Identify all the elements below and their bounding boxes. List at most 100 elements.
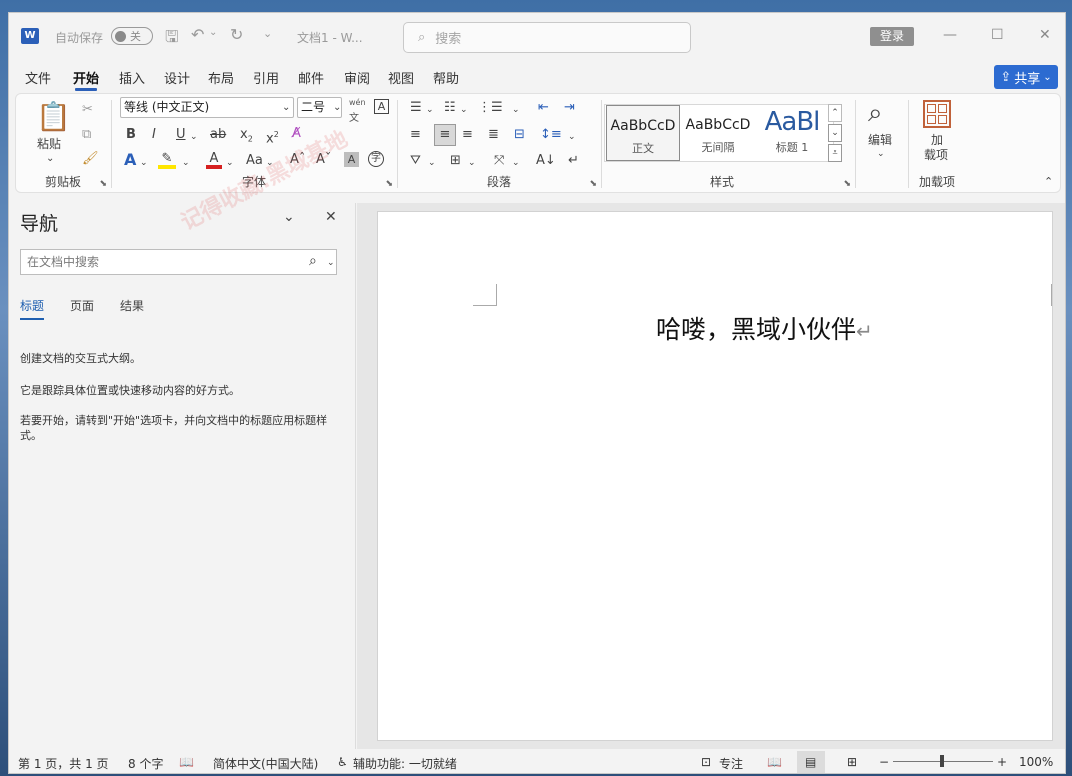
chinese-layout-dropdown-icon[interactable]: ⌄	[512, 155, 520, 171]
style-heading-1[interactable]: AaBl 标题 1	[755, 105, 829, 161]
paste-icon[interactable]: 📋	[36, 100, 71, 134]
paste-label[interactable]: 粘贴	[37, 136, 61, 152]
nav-search-icon[interactable]: ⌕	[309, 253, 317, 269]
format-painter-icon[interactable]: 🖌	[82, 151, 99, 167]
strikethrough-icon[interactable]: ab	[210, 127, 226, 143]
shading-icon[interactable]: ⛛	[410, 153, 421, 169]
change-case-icon[interactable]: Aa	[246, 153, 263, 169]
zoom-slider-knob[interactable]	[940, 755, 944, 767]
accessibility-icon[interactable]: ♿	[337, 755, 348, 769]
bullets-dropdown-icon[interactable]: ⌄	[426, 102, 434, 118]
styles-more-icon[interactable]: ⩡	[828, 144, 842, 162]
bullets-icon[interactable]: ☰	[410, 100, 422, 116]
zoom-out-icon[interactable]: −	[879, 755, 889, 769]
nav-tab-results[interactable]: 结果	[120, 297, 144, 314]
redo-icon[interactable]: ↻	[230, 25, 243, 44]
justify-icon[interactable]: ≣	[488, 127, 499, 143]
menu-review[interactable]: 审阅	[344, 68, 370, 87]
phonetic-guide-icon[interactable]: wén 文	[349, 95, 366, 127]
menu-home[interactable]: 开始	[73, 68, 99, 91]
copy-icon[interactable]: ⧉	[82, 127, 91, 143]
style-no-spacing[interactable]: AaBbCcD 无间隔	[681, 105, 755, 161]
undo-icon[interactable]: ↶	[191, 25, 204, 44]
chinese-layout-icon[interactable]: ⤧	[494, 153, 504, 169]
decrease-indent-icon[interactable]: ⇤	[538, 100, 549, 116]
zoom-in-icon[interactable]: +	[997, 755, 1007, 769]
minimize-icon[interactable]: —	[943, 27, 957, 43]
text-effects-dropdown-icon[interactable]: ⌄	[140, 155, 148, 171]
grow-font-icon[interactable]: Aˆ	[290, 152, 305, 168]
multilevel-list-icon[interactable]: ⋮☰	[478, 100, 503, 116]
undo-dropdown-icon[interactable]: ⌄	[209, 27, 217, 38]
quick-access-customize-icon[interactable]: ⌄	[263, 27, 272, 40]
status-language[interactable]: 简体中文(中国大陆)	[213, 755, 318, 772]
align-right-icon[interactable]: ≡	[462, 127, 473, 143]
enclose-characters-icon[interactable]: 字	[368, 151, 384, 167]
nav-search-dropdown-icon[interactable]: ⌄	[327, 255, 335, 271]
font-color-icon[interactable]: A	[206, 151, 222, 169]
clipboard-launcher-icon[interactable]: ⬊	[99, 179, 107, 189]
character-border-icon[interactable]: A	[374, 99, 389, 114]
clear-formatting-icon[interactable]: A̸	[292, 126, 301, 142]
increase-indent-icon[interactable]: ⇥	[564, 100, 575, 116]
editing-dropdown-icon[interactable]: ⌄	[877, 146, 885, 162]
borders-dropdown-icon[interactable]: ⌄	[468, 155, 476, 171]
line-spacing-dropdown-icon[interactable]: ⌄	[568, 129, 576, 145]
status-focus[interactable]: 专注	[719, 755, 743, 772]
nav-close-icon[interactable]: ✕	[325, 209, 337, 225]
align-left-icon[interactable]: ≡	[410, 127, 421, 143]
shading-dropdown-icon[interactable]: ⌄	[428, 155, 436, 171]
document-text[interactable]: 哈喽，黑域小伙伴↵	[656, 310, 873, 346]
menu-mailings[interactable]: 邮件	[298, 68, 324, 87]
font-name-select[interactable]: 等线 (中文正文)	[120, 97, 294, 118]
menu-file[interactable]: 文件	[25, 68, 51, 87]
underline-icon[interactable]: U	[176, 127, 186, 143]
numbering-icon[interactable]: ☷	[444, 100, 456, 116]
status-page[interactable]: 第 1 页，共 1 页	[18, 755, 109, 772]
font-color-dropdown-icon[interactable]: ⌄	[226, 155, 234, 171]
close-icon[interactable]: ✕	[1039, 27, 1051, 43]
menu-design[interactable]: 设计	[164, 68, 190, 87]
multilevel-list-dropdown-icon[interactable]: ⌄	[512, 102, 520, 118]
subscript-icon[interactable]: x2	[240, 127, 253, 148]
print-layout-icon[interactable]: ▤	[805, 755, 816, 769]
align-center-icon[interactable]: ≡	[434, 124, 456, 146]
save-icon[interactable]: 🖫	[165, 26, 179, 53]
change-case-dropdown-icon[interactable]: ⌄	[266, 155, 274, 171]
font-name-dropdown-icon[interactable]: ⌄	[282, 100, 290, 116]
editing-group[interactable]: ⌕ 编辑 ⌄	[856, 94, 908, 192]
addins-icon[interactable]	[923, 100, 951, 128]
focus-icon[interactable]: ⊡	[701, 755, 711, 769]
font-size-dropdown-icon[interactable]: ⌄	[333, 100, 341, 116]
nav-options-chevron-icon[interactable]: ⌄	[283, 209, 295, 225]
find-icon[interactable]: ⌕	[868, 98, 883, 128]
collapse-ribbon-icon[interactable]: ⌃	[1044, 174, 1053, 190]
style-normal[interactable]: AaBbCcD 正文	[606, 105, 680, 161]
styles-scroll-up-icon[interactable]: ⌃	[828, 104, 842, 122]
highlight-icon[interactable]: ✎	[158, 151, 176, 169]
styles-launcher-icon[interactable]: ⬊	[843, 179, 851, 189]
nav-tab-headings[interactable]: 标题	[20, 297, 45, 320]
web-layout-icon[interactable]: ⊞	[847, 755, 857, 769]
menu-help[interactable]: 帮助	[433, 68, 459, 87]
superscript-icon[interactable]: x2	[266, 127, 279, 147]
status-word-count[interactable]: 8 个字	[128, 755, 163, 772]
menu-insert[interactable]: 插入	[119, 68, 145, 87]
show-marks-icon[interactable]: ↵	[568, 153, 579, 169]
maximize-icon[interactable]: ☐	[991, 27, 1004, 43]
sort-icon[interactable]: A↓	[536, 153, 556, 169]
login-button[interactable]: 登录	[870, 27, 914, 46]
addins-label-2[interactable]: 载项	[924, 147, 948, 163]
nav-search-input[interactable]: 在文档中搜索	[20, 249, 337, 275]
menu-references[interactable]: 引用	[253, 68, 279, 87]
italic-icon[interactable]: I	[152, 127, 156, 143]
highlight-dropdown-icon[interactable]: ⌄	[182, 155, 190, 171]
text-effects-icon[interactable]: A	[124, 152, 136, 168]
bold-icon[interactable]: B	[126, 127, 136, 143]
addins-label-1[interactable]: 加	[931, 132, 943, 148]
underline-dropdown-icon[interactable]: ⌄	[190, 129, 198, 145]
autosave-toggle[interactable]: 关	[111, 27, 153, 45]
font-launcher-icon[interactable]: ⬊	[385, 179, 393, 189]
cut-icon[interactable]: ✂	[82, 102, 93, 118]
distributed-icon[interactable]: ⊟	[514, 127, 525, 143]
